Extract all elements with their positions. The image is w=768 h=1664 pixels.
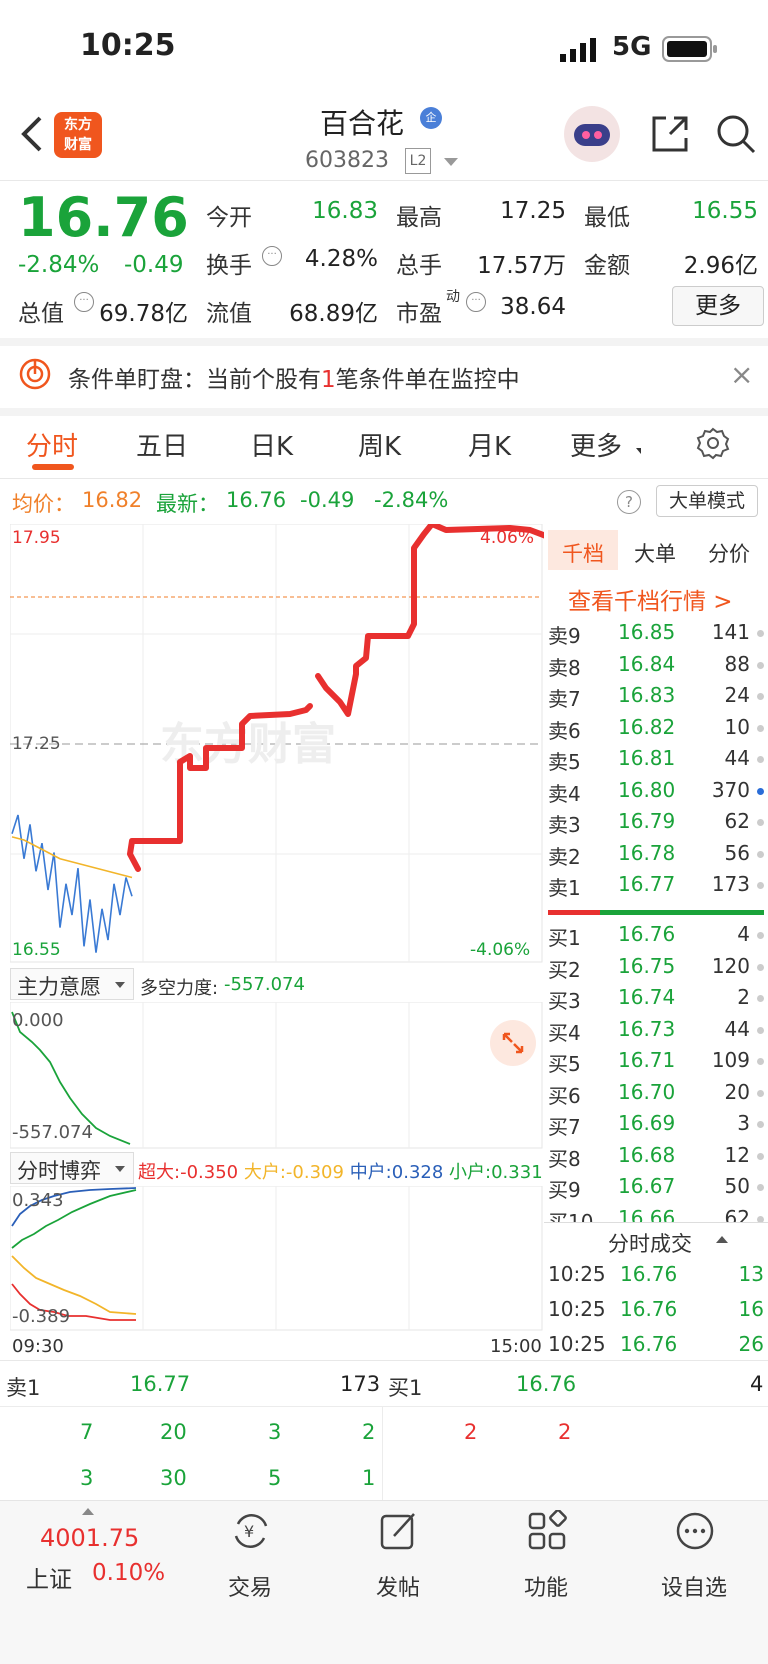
- x-start-label: 09:30: [12, 1336, 64, 1357]
- trade-volume: 26: [738, 1332, 764, 1356]
- sell-queue-item: 3: [80, 1466, 94, 1490]
- level-label: 买7: [548, 1115, 581, 1139]
- trade-volume: 13: [738, 1262, 764, 1286]
- level-dot: [757, 995, 764, 1002]
- bid-row[interactable]: 买5 16.71 109: [548, 1048, 764, 1078]
- bid-row[interactable]: 买3 16.74 2: [548, 985, 764, 1015]
- sell-queue-item: 30: [160, 1466, 187, 1490]
- index-change[interactable]: 0.10%: [92, 1560, 165, 1586]
- buy1-label: 买1: [388, 1376, 423, 1400]
- sell-queue-item: 2: [362, 1420, 376, 1444]
- bid-row[interactable]: 买4 16.73 44: [548, 1017, 764, 1047]
- bid-row[interactable]: 买1 16.76 4: [548, 922, 764, 952]
- level-volume: 20: [724, 1079, 750, 1104]
- level-price: 16.73: [618, 1016, 676, 1041]
- level-volume: 109: [711, 1048, 750, 1072]
- trade-time: 10:25: [548, 1332, 606, 1356]
- function-icon[interactable]: [526, 1510, 568, 1552]
- level-label: 买9: [548, 1178, 581, 1202]
- level-dot: [757, 1121, 764, 1128]
- trade-price: 16.76: [620, 1297, 678, 1321]
- level-label: 买8: [548, 1146, 581, 1171]
- level-price: 16.69: [618, 1111, 676, 1135]
- level-label: 买2: [548, 957, 581, 982]
- level-dot: [757, 963, 764, 971]
- sell-queue-item: 3: [268, 1420, 282, 1444]
- sell1-price: 16.77: [130, 1372, 191, 1396]
- level-dot: [757, 1026, 764, 1034]
- bid-row[interactable]: 买6 16.70 20: [548, 1080, 764, 1110]
- level-volume: 62: [724, 1205, 750, 1223]
- level-volume: 44: [724, 1016, 750, 1041]
- nav-post[interactable]: 发帖: [348, 1570, 448, 1602]
- chevron-up-icon[interactable]: [82, 1508, 94, 1515]
- sell-queue-item: 20: [160, 1420, 187, 1444]
- level-price: 16.66: [618, 1205, 676, 1223]
- level-label: 买5: [548, 1052, 581, 1076]
- level-volume: 3: [737, 1111, 750, 1135]
- trade-price: 16.76: [620, 1262, 678, 1286]
- bid-row[interactable]: 买7 16.69 3: [548, 1111, 764, 1141]
- trades-title[interactable]: 分时成交: [608, 1228, 692, 1258]
- level-volume: 120: [711, 953, 750, 978]
- level-dot: [757, 1089, 764, 1097]
- bid-row[interactable]: 买2 16.75 120: [548, 954, 764, 984]
- x-end-label: 15:00: [490, 1336, 542, 1357]
- level-volume: 2: [737, 985, 750, 1009]
- chevron-up-icon[interactable]: [716, 1236, 728, 1243]
- level-dot: [757, 932, 764, 939]
- bid-row[interactable]: 买10 16.66 62: [548, 1205, 764, 1223]
- level-label: 买10: [548, 1209, 594, 1223]
- level-dot: [757, 1058, 764, 1065]
- sell-queue-item: 7: [80, 1420, 94, 1444]
- level-label: 买3: [548, 989, 581, 1013]
- level-price: 16.74: [618, 985, 676, 1009]
- level-price: 16.71: [618, 1048, 676, 1072]
- sell1-label: 卖1: [6, 1376, 41, 1400]
- level-volume: 12: [724, 1142, 750, 1167]
- level-dot: [757, 1152, 764, 1160]
- level-label: 买6: [548, 1083, 581, 1108]
- level-dot: [757, 1184, 764, 1191]
- level-price: 16.67: [618, 1174, 676, 1198]
- nav-trade[interactable]: 交易: [200, 1570, 300, 1602]
- level-label: 买4: [548, 1020, 581, 1045]
- bid-row[interactable]: 买9 16.67 50: [548, 1174, 764, 1204]
- buy1-price: 16.76: [516, 1372, 577, 1396]
- nav-add-watchlist[interactable]: 设自选: [644, 1570, 744, 1602]
- trade-icon[interactable]: ¥: [230, 1510, 272, 1552]
- level-price: 16.68: [618, 1142, 676, 1167]
- nav-function[interactable]: 功能: [496, 1570, 596, 1602]
- trade-price: 16.76: [620, 1332, 678, 1356]
- sub2-y-min: -0.389: [12, 1306, 71, 1327]
- level-price: 16.76: [618, 922, 676, 946]
- trade-time: 10:25: [548, 1262, 606, 1286]
- level-price: 16.75: [618, 953, 676, 978]
- sell1-volume: 173: [340, 1372, 381, 1396]
- buy-queue-item: 2: [558, 1420, 572, 1444]
- level-volume: 4: [737, 922, 750, 946]
- trade-volume: 16: [738, 1297, 764, 1321]
- level-volume: 50: [724, 1174, 750, 1198]
- divider: [544, 1222, 768, 1223]
- level-price: 16.70: [618, 1079, 676, 1104]
- trade-time: 10:25: [548, 1297, 606, 1321]
- index-value[interactable]: 4001.75: [40, 1524, 139, 1552]
- more-dots-icon[interactable]: [674, 1510, 716, 1552]
- buy1-volume: 4: [750, 1372, 764, 1396]
- post-icon[interactable]: [378, 1510, 420, 1552]
- index-name[interactable]: 上证: [26, 1560, 72, 1594]
- svg-text:¥: ¥: [244, 1522, 254, 1541]
- sell-queue-item: 5: [268, 1466, 282, 1490]
- buy-queue-item: 2: [464, 1420, 478, 1444]
- bid-row[interactable]: 买8 16.68 12: [548, 1143, 764, 1173]
- sell-queue-item: 1: [362, 1466, 376, 1490]
- divider: [0, 1406, 768, 1407]
- level-label: 买1: [548, 926, 581, 950]
- divider: [382, 1406, 383, 1500]
- divider: [0, 1360, 768, 1361]
